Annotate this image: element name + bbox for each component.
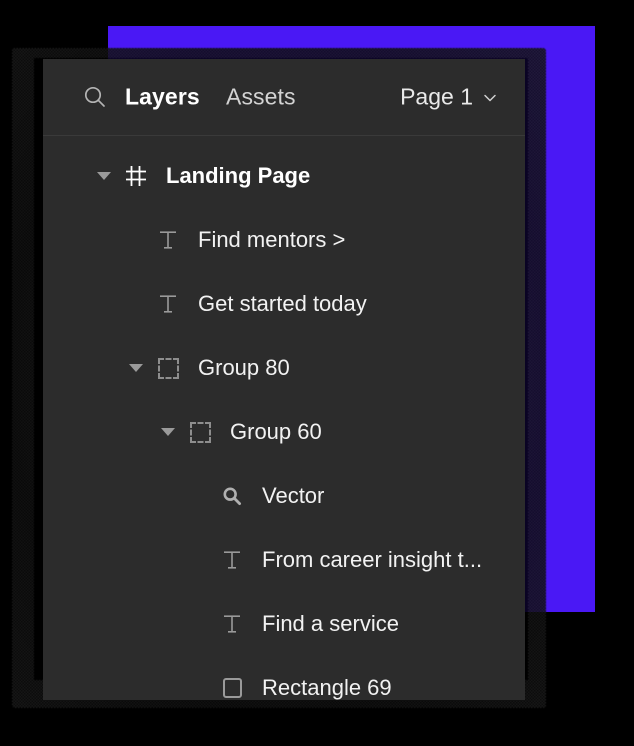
- frame-icon: [123, 163, 149, 189]
- text-icon: [219, 547, 245, 573]
- layer-row[interactable]: Vector: [43, 464, 525, 528]
- group-icon: [187, 419, 213, 445]
- layer-row[interactable]: Find a service: [43, 592, 525, 656]
- layer-row[interactable]: Group 60: [43, 400, 525, 464]
- disclosure-triangle-icon[interactable]: [125, 357, 147, 379]
- page-selector[interactable]: Page 1: [400, 84, 498, 111]
- rectangle-icon: [219, 675, 245, 700]
- layer-row[interactable]: Landing Page: [43, 144, 525, 208]
- layer-row[interactable]: Rectangle 69: [43, 656, 525, 700]
- layer-name: Find a service: [262, 611, 399, 636]
- page-selector-label: Page 1: [400, 83, 473, 110]
- vector-search-icon: [219, 483, 245, 509]
- tab-layers[interactable]: Layers: [125, 84, 200, 111]
- layer-tree: Landing Page Find mentors > Get started to…: [43, 136, 525, 700]
- layer-row[interactable]: Get started today: [43, 272, 525, 336]
- group-icon: [155, 355, 181, 381]
- layer-name: Group 80: [198, 355, 290, 380]
- layer-name: Rectangle 69: [262, 675, 392, 700]
- layer-name: Get started today: [198, 291, 367, 316]
- layer-name: Landing Page: [166, 163, 311, 188]
- layer-row[interactable]: Find mentors >: [43, 208, 525, 272]
- text-icon: [155, 227, 181, 253]
- layer-name: Find mentors >: [198, 227, 346, 252]
- chevron-down-icon: [482, 89, 498, 105]
- figma-layers-panel: Layers Assets Page 1 Landing Page Find me…: [43, 59, 525, 700]
- text-icon: [155, 291, 181, 317]
- layer-name: Group 60: [230, 419, 322, 444]
- layer-name: Vector: [262, 483, 325, 508]
- disclosure-triangle-icon[interactable]: [157, 421, 179, 443]
- search-icon[interactable]: [82, 84, 108, 110]
- tab-assets[interactable]: Assets: [226, 84, 296, 111]
- disclosure-triangle-icon[interactable]: [93, 165, 115, 187]
- layer-name: From career insight t...: [262, 547, 483, 572]
- layer-row[interactable]: From career insight t...: [43, 528, 525, 592]
- canvas-background: Layers Assets Page 1 Landing Page Find me…: [0, 0, 634, 746]
- panel-header: Layers Assets Page 1: [43, 59, 525, 136]
- text-icon: [219, 611, 245, 637]
- layer-row[interactable]: Group 80: [43, 336, 525, 400]
